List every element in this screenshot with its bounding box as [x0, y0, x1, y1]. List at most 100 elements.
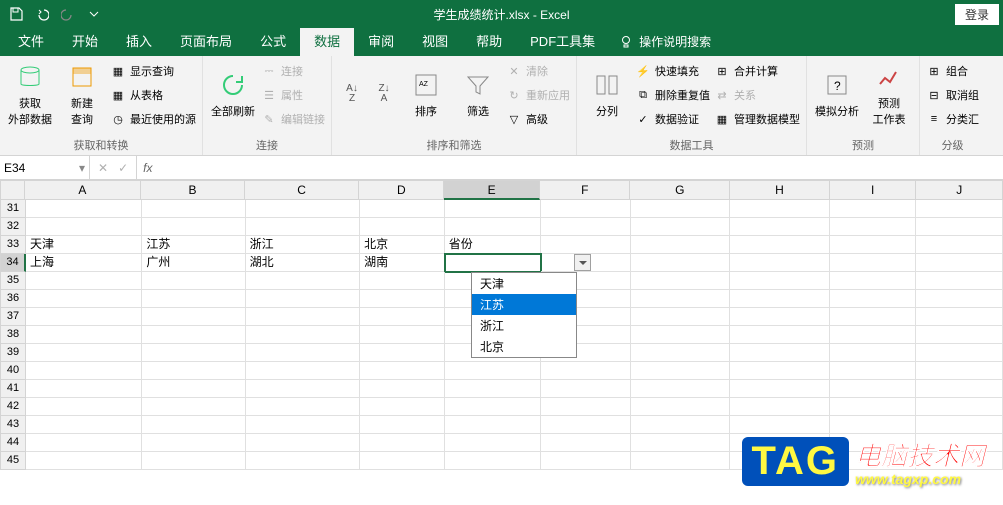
cell-J39[interactable] [916, 344, 1003, 362]
cell-D32[interactable] [360, 218, 445, 236]
cell-E44[interactable] [445, 434, 541, 452]
cell-A41[interactable] [26, 380, 142, 398]
cell-A38[interactable] [26, 326, 142, 344]
cell-B41[interactable] [142, 380, 245, 398]
fx-button[interactable]: fx [137, 161, 158, 175]
cell-I41[interactable] [830, 380, 917, 398]
enter-icon[interactable]: ✓ [118, 161, 128, 175]
cell-H43[interactable] [730, 416, 830, 434]
cell-B32[interactable] [142, 218, 245, 236]
cell-H34[interactable] [730, 254, 830, 272]
cell-I37[interactable] [830, 308, 917, 326]
cell-G43[interactable] [631, 416, 731, 434]
cell-F41[interactable] [541, 380, 631, 398]
cell-C33[interactable]: 浙江 [246, 236, 361, 254]
cell-C39[interactable] [246, 344, 361, 362]
cell-D43[interactable] [360, 416, 445, 434]
cell-F31[interactable] [541, 200, 631, 218]
forecast-sheet-button[interactable]: 预测 工作表 [865, 60, 913, 128]
row-header-37[interactable]: 37 [0, 308, 26, 326]
cell-E43[interactable] [445, 416, 541, 434]
tab-formulas[interactable]: 公式 [246, 25, 300, 56]
tab-layout[interactable]: 页面布局 [166, 25, 246, 56]
cell-A42[interactable] [26, 398, 142, 416]
row-header-32[interactable]: 32 [0, 218, 26, 236]
row-header-43[interactable]: 43 [0, 416, 26, 434]
cell-J38[interactable] [916, 326, 1003, 344]
name-box[interactable]: E34 ▾ [0, 156, 90, 179]
cell-B45[interactable] [142, 452, 245, 470]
cell-C40[interactable] [246, 362, 361, 380]
data-validation-button[interactable]: ✓数据验证 [635, 108, 710, 130]
what-if-button[interactable]: ? 模拟分析 [813, 60, 861, 128]
cell-B37[interactable] [142, 308, 245, 326]
cell-D33[interactable]: 北京 [360, 236, 445, 254]
cell-E32[interactable] [445, 218, 541, 236]
cell-G39[interactable] [631, 344, 731, 362]
cell-D38[interactable] [360, 326, 445, 344]
tab-review[interactable]: 审阅 [354, 25, 408, 56]
row-header-31[interactable]: 31 [0, 200, 26, 218]
advanced-filter-button[interactable]: ▽高级 [506, 108, 570, 130]
cell-G31[interactable] [631, 200, 731, 218]
cell-F43[interactable] [541, 416, 631, 434]
cell-A37[interactable] [26, 308, 142, 326]
column-header-B[interactable]: B [141, 180, 244, 200]
consolidate-button[interactable]: ⊞合并计算 [714, 60, 800, 82]
cell-D31[interactable] [360, 200, 445, 218]
dropdown-option[interactable]: 天津 [472, 273, 576, 294]
cell-J37[interactable] [916, 308, 1003, 326]
cell-G45[interactable] [631, 452, 731, 470]
cell-I35[interactable] [830, 272, 917, 290]
cell-C41[interactable] [246, 380, 361, 398]
cell-F40[interactable] [541, 362, 631, 380]
cell-A31[interactable] [26, 200, 142, 218]
cell-H40[interactable] [730, 362, 830, 380]
cell-B33[interactable]: 江苏 [142, 236, 245, 254]
recent-sources-button[interactable]: ◷最近使用的源 [110, 108, 196, 130]
cell-G33[interactable] [631, 236, 731, 254]
cell-C44[interactable] [246, 434, 361, 452]
cell-I42[interactable] [830, 398, 917, 416]
ungroup-button[interactable]: ⊟取消组 [926, 84, 979, 106]
cell-D36[interactable] [360, 290, 445, 308]
cell-H32[interactable] [730, 218, 830, 236]
tell-me-search[interactable]: 操作说明搜索 [609, 27, 721, 56]
show-queries-button[interactable]: ▦显示查询 [110, 60, 196, 82]
cell-B35[interactable] [142, 272, 245, 290]
cell-J36[interactable] [916, 290, 1003, 308]
column-header-F[interactable]: F [540, 180, 630, 200]
cell-D37[interactable] [360, 308, 445, 326]
cell-B44[interactable] [142, 434, 245, 452]
cell-I32[interactable] [830, 218, 917, 236]
cell-C42[interactable] [246, 398, 361, 416]
cell-B43[interactable] [142, 416, 245, 434]
cell-B34[interactable]: 广州 [142, 254, 245, 272]
undo-button[interactable] [30, 3, 54, 25]
cell-I39[interactable] [830, 344, 917, 362]
cell-I40[interactable] [830, 362, 917, 380]
cell-G37[interactable] [631, 308, 731, 326]
cell-J33[interactable] [916, 236, 1003, 254]
sort-asc-button[interactable]: A↓Z [338, 60, 366, 128]
tab-insert[interactable]: 插入 [112, 25, 166, 56]
cell-F44[interactable] [541, 434, 631, 452]
text-to-columns-button[interactable]: 分列 [583, 60, 631, 128]
cell-E42[interactable] [445, 398, 541, 416]
cell-C35[interactable] [246, 272, 361, 290]
cell-J35[interactable] [916, 272, 1003, 290]
cell-H31[interactable] [730, 200, 830, 218]
cell-H35[interactable] [730, 272, 830, 290]
cell-D40[interactable] [360, 362, 445, 380]
cell-A45[interactable] [26, 452, 142, 470]
cell-C45[interactable] [246, 452, 361, 470]
cell-H41[interactable] [730, 380, 830, 398]
tab-file[interactable]: 文件 [4, 25, 58, 56]
row-header-45[interactable]: 45 [0, 452, 26, 470]
filter-button[interactable]: 筛选 [454, 60, 502, 128]
cell-B42[interactable] [142, 398, 245, 416]
cancel-icon[interactable]: ✕ [98, 161, 108, 175]
cell-G44[interactable] [631, 434, 731, 452]
save-button[interactable] [4, 3, 28, 25]
dropdown-option[interactable]: 浙江 [472, 315, 576, 336]
